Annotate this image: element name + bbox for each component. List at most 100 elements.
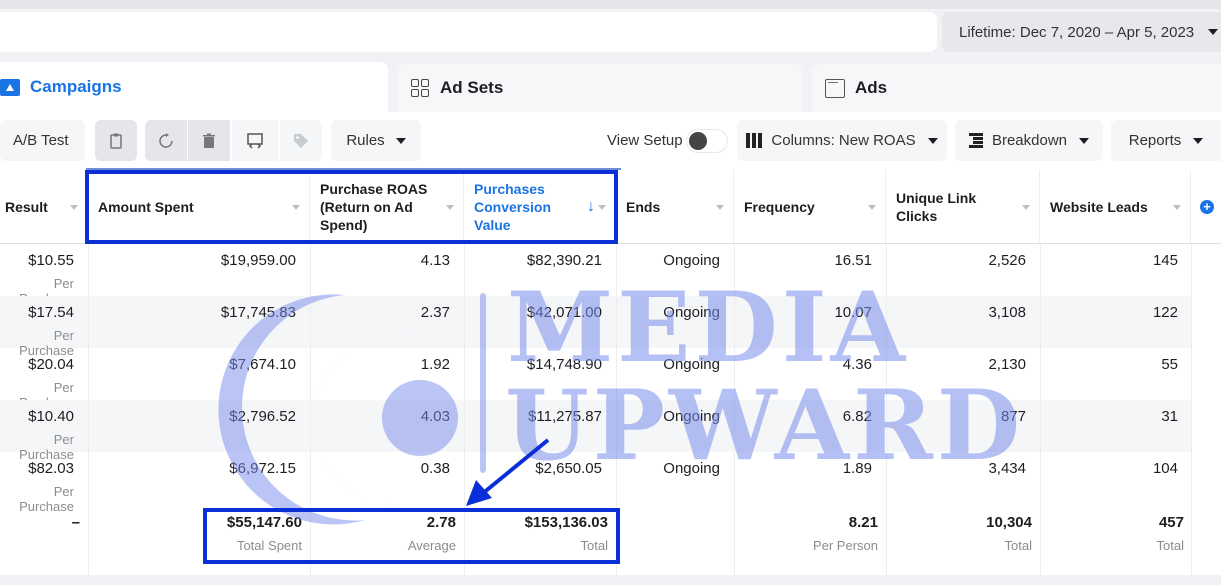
- header-label: Website Leads: [1050, 198, 1148, 215]
- date-range-label: Lifetime: Dec 7, 2020 – Apr 5, 2023: [959, 23, 1195, 41]
- view-setup-label: View Setup: [607, 132, 683, 149]
- column-header-conversion-value[interactable]: Purchases Conversion Value ↓: [464, 170, 616, 244]
- header-label: Frequency: [744, 198, 815, 215]
- summary-conversion-value: $153,136.03 Total: [464, 514, 608, 553]
- preview-button[interactable]: [232, 120, 278, 161]
- chevron-down-icon: [395, 137, 406, 144]
- cell-conv-value: $11,275.87: [464, 400, 602, 452]
- ab-test-label: A/B Test: [13, 132, 69, 149]
- cell-unique-clicks: 2,526: [886, 244, 1026, 296]
- divider: [1191, 244, 1192, 575]
- header-label: Purchases Conversion Value: [474, 180, 552, 233]
- top-strip: [0, 0, 1221, 9]
- chevron-down-icon: [1079, 137, 1090, 144]
- cell-roas: 2.37: [310, 296, 450, 348]
- divider: [616, 244, 617, 575]
- cell-value: 1.92: [420, 356, 450, 373]
- chevron-down-icon: [1193, 137, 1204, 144]
- reports-button[interactable]: Reports: [1111, 120, 1221, 161]
- cell-value: $14,748.90: [526, 356, 602, 373]
- table-row[interactable]: $10.55Per Purchase $19,959.00 4.13 $82,390.…: [0, 244, 1191, 306]
- column-header-ends[interactable]: Ends: [616, 170, 734, 244]
- refresh-icon: [159, 132, 173, 148]
- cell-value: $7,674.10: [229, 356, 296, 373]
- folder-icon: [0, 78, 20, 96]
- cell-result: $10.40 Per Purchase: [0, 400, 74, 462]
- summary-value: 8.21: [848, 514, 878, 531]
- delete-button[interactable]: [188, 120, 230, 161]
- cell-value: $11,275.87: [528, 408, 602, 425]
- column-header-website-leads[interactable]: Website Leads: [1040, 170, 1191, 244]
- breakdown-button[interactable]: Breakdown: [955, 120, 1103, 161]
- columns-button[interactable]: Columns: New ROAS: [737, 120, 947, 161]
- column-header-roas[interactable]: Purchase ROAS (Return on Ad Spend): [310, 170, 464, 244]
- summary-result: –: [71, 514, 80, 531]
- cell-unique-clicks: 3,108: [886, 296, 1026, 348]
- cell-value: $10.55: [28, 252, 74, 269]
- table-row[interactable]: $10.40 Per Purchase $2,796.52 4.03 $11,275.8…: [0, 400, 1191, 462]
- reports-label: Reports: [1128, 132, 1182, 149]
- cell-ends: Ongoing: [616, 400, 720, 452]
- summary-caption: Average: [407, 538, 456, 553]
- breakdown-label: Breakdown: [991, 132, 1068, 149]
- cell-ends: Ongoing: [616, 244, 720, 296]
- sort-icon: [446, 205, 454, 210]
- cell-ends: Ongoing: [616, 452, 720, 504]
- cell-amount-spent: $19,959.00: [88, 244, 296, 296]
- summary-caption: Total: [1156, 538, 1184, 553]
- cell-roas: 1.92: [310, 348, 450, 400]
- column-header-amount-spent[interactable]: Amount Spent: [88, 170, 310, 244]
- cell-amount-spent: $7,674.10: [88, 348, 296, 400]
- cell-value: 145: [1152, 252, 1178, 269]
- summary-unique-link-clicks: 10,304 Total: [886, 514, 1032, 553]
- date-range-button[interactable]: Lifetime: Dec 7, 2020 – Apr 5, 2023: [942, 12, 1221, 52]
- add-column-icon[interactable]: +: [1200, 200, 1214, 214]
- cell-value: $19,959.00: [220, 252, 296, 269]
- tag-button[interactable]: [280, 120, 322, 161]
- tab-ad-sets[interactable]: Ad Sets: [398, 64, 802, 112]
- cell-value: 104: [1152, 460, 1178, 477]
- column-header-unique-link-clicks[interactable]: Unique Link Clicks: [886, 170, 1040, 244]
- cell-value: 55: [1161, 356, 1178, 373]
- ab-test-button[interactable]: A/B Test: [0, 120, 85, 161]
- summary-value: $55,147.60: [226, 514, 302, 531]
- cell-unique-clicks: 3,434: [886, 452, 1026, 504]
- refresh-button[interactable]: [145, 120, 187, 161]
- table-row[interactable]: $20.04Per Purchase $7,674.10 1.92 $14,748.9…: [0, 348, 1191, 410]
- cell-result: $10.55Per Purchase: [0, 244, 74, 306]
- duplicate-button[interactable]: [95, 120, 137, 161]
- summary-caption: Total: [580, 538, 608, 553]
- cell-value: $82,390.21: [526, 252, 602, 269]
- table-row[interactable]: $82.03 Per Purchase $6,972.15 0.38 $2,650.05…: [0, 452, 1191, 514]
- summary-caption: Total: [1004, 538, 1032, 553]
- cell-value: 31: [1161, 408, 1178, 425]
- columns-icon: [746, 133, 763, 148]
- cell-unique-clicks: 2,130: [886, 348, 1026, 400]
- rules-label: Rules: [346, 132, 385, 149]
- cell-value: 3,108: [988, 304, 1026, 321]
- rules-button[interactable]: Rules: [331, 120, 421, 161]
- table-row[interactable]: $17.54 Per Purchase $17,745.83 2.37 $42,071.…: [0, 296, 1191, 358]
- tab-campaigns[interactable]: Campaigns: [0, 62, 388, 112]
- cell-value: 4.13: [420, 252, 450, 269]
- column-header-result[interactable]: Result: [0, 170, 88, 244]
- column-header-frequency[interactable]: Frequency: [734, 170, 886, 244]
- cell-value: 122: [1152, 304, 1178, 321]
- cell-frequency: 4.36: [734, 348, 872, 400]
- code-preview-icon: [247, 132, 263, 149]
- cell-value: $42,071.00: [526, 304, 602, 321]
- summary-caption: Total Spent: [236, 538, 302, 553]
- search-input[interactable]: [0, 12, 937, 52]
- header-label: Ends: [626, 198, 661, 215]
- cell-value: Ongoing: [663, 252, 720, 269]
- cell-unique-clicks: 877: [886, 400, 1026, 452]
- tab-ads[interactable]: Ads: [812, 64, 1221, 112]
- tab-label: Ad Sets: [440, 78, 504, 97]
- cell-value: 877: [1000, 408, 1026, 425]
- view-setup-toggle[interactable]: [686, 129, 728, 153]
- sort-icon: [292, 205, 300, 210]
- summary-value: $153,136.03: [524, 514, 608, 531]
- cell-value: $10.40: [28, 408, 74, 425]
- clipboard-icon: [110, 133, 122, 149]
- cell-value: 2.37: [420, 304, 450, 321]
